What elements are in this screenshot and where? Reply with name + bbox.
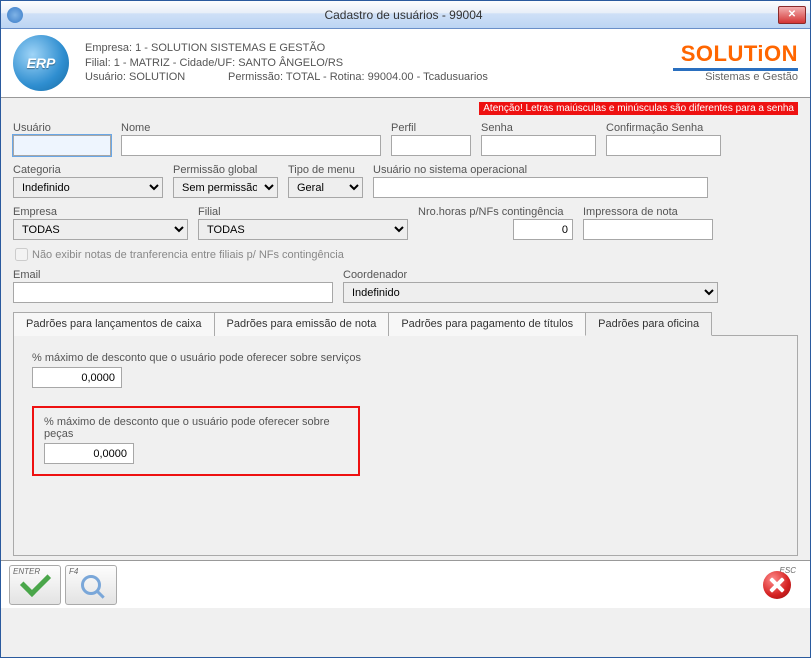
esc-button[interactable]: ESC (756, 565, 798, 605)
brand-accent: i (757, 41, 764, 66)
header-empresa: Empresa: 1 - SOLUTION SISTEMAS E GESTÃO (85, 41, 673, 56)
label-senha: Senha (481, 122, 596, 134)
tipo-menu-select[interactable]: Geral (288, 177, 363, 198)
highlight-pecas: % máximo de desconto que o usuário pode … (32, 406, 360, 476)
label-desc-pecas: % máximo de desconto que o usuário pode … (44, 416, 348, 440)
tab-pagamento-titulos[interactable]: Padrões para pagamento de títulos (388, 312, 586, 336)
label-impressora: Impressora de nota (583, 206, 713, 218)
filial-select[interactable]: TODAS (198, 219, 408, 240)
close-button[interactable]: ✕ (778, 6, 806, 24)
label-categoria: Categoria (13, 164, 163, 176)
label-confirma-senha: Confirmação Senha (606, 122, 721, 134)
label-usuario: Usuário (13, 122, 111, 134)
app-icon (7, 7, 23, 23)
empresa-select[interactable]: TODAS (13, 219, 188, 240)
tab-lancamentos-caixa[interactable]: Padrões para lançamentos de caixa (13, 312, 215, 336)
header-permissao: Permissão: TOTAL - Rotina: 99004.00 - Tc… (228, 71, 488, 83)
label-user-so: Usuário no sistema operacional (373, 164, 708, 176)
label-email: Email (13, 269, 333, 281)
coord-select[interactable]: Indefinido (343, 282, 718, 303)
titlebar: Cadastro de usuários - 99004 ✕ (1, 1, 810, 29)
impressora-input[interactable] (583, 219, 713, 240)
password-warning: Atenção! Letras maiúsculas e minúsculas … (479, 102, 798, 115)
nome-input[interactable] (121, 135, 381, 156)
label-coord: Coordenador (343, 269, 718, 281)
label-empresa: Empresa (13, 206, 188, 218)
f4-button[interactable]: F4 (65, 565, 117, 605)
label-desc-servicos: % máximo de desconto que o usuário pode … (32, 352, 779, 364)
desc-servicos-input[interactable] (32, 367, 122, 388)
tab-oficina-content: % máximo de desconto que o usuário pode … (13, 336, 798, 556)
perfil-input[interactable] (391, 135, 471, 156)
erp-logo: ERP (13, 35, 69, 91)
tab-emissao-nota[interactable]: Padrões para emissão de nota (214, 312, 390, 336)
tabs: Padrões para lançamentos de caixa Padrõe… (13, 311, 798, 336)
header: ERP Empresa: 1 - SOLUTION SISTEMAS E GES… (1, 29, 810, 98)
label-perm-global: Permissão global (173, 164, 278, 176)
brand-part2: ON (764, 41, 798, 66)
perm-global-select[interactable]: Sem permissão (173, 177, 278, 198)
usuario-input[interactable] (13, 135, 111, 156)
brand-sub: Sistemas e Gestão (673, 68, 798, 83)
header-filial: Filial: 1 - MATRIZ - Cidade/UF: SANTO ÂN… (85, 56, 673, 71)
chk-nao-exibir-label: Não exibir notas de tranferencia entre f… (32, 249, 344, 261)
user-so-input[interactable] (373, 177, 708, 198)
brand-part1: SOLUT (681, 41, 758, 66)
desc-pecas-input[interactable] (44, 443, 134, 464)
confirma-senha-input[interactable] (606, 135, 721, 156)
check-icon (22, 575, 48, 595)
label-tipo-menu: Tipo de menu (288, 164, 363, 176)
senha-input[interactable] (481, 135, 596, 156)
header-usuario: Usuário: SOLUTION (85, 71, 185, 83)
main-form: Atenção! Letras maiúsculas e minúsculas … (1, 98, 810, 560)
tab-oficina[interactable]: Padrões para oficina (585, 312, 712, 336)
label-perfil: Perfil (391, 122, 471, 134)
label-nro-horas: Nro.horas p/NFs contingência (418, 206, 573, 218)
chk-nao-exibir[interactable] (15, 248, 28, 261)
header-user-line: Usuário: SOLUTION Permissão: TOTAL - Rot… (85, 70, 673, 85)
f4-hint: F4 (69, 567, 78, 576)
brand-logo: SOLUTiON Sistemas e Gestão (673, 41, 798, 85)
search-icon (81, 575, 101, 595)
header-info: Empresa: 1 - SOLUTION SISTEMAS E GESTÃO … (85, 41, 673, 86)
nro-horas-input[interactable] (513, 219, 573, 240)
label-nome: Nome (121, 122, 381, 134)
categoria-select[interactable]: Indefinido (13, 177, 163, 198)
email-input[interactable] (13, 282, 333, 303)
enter-button[interactable]: ENTER (9, 565, 61, 605)
footer: ENTER F4 ESC (1, 560, 810, 608)
window-title: Cadastro de usuários - 99004 (29, 8, 778, 22)
label-filial: Filial (198, 206, 408, 218)
cancel-icon (763, 571, 791, 599)
